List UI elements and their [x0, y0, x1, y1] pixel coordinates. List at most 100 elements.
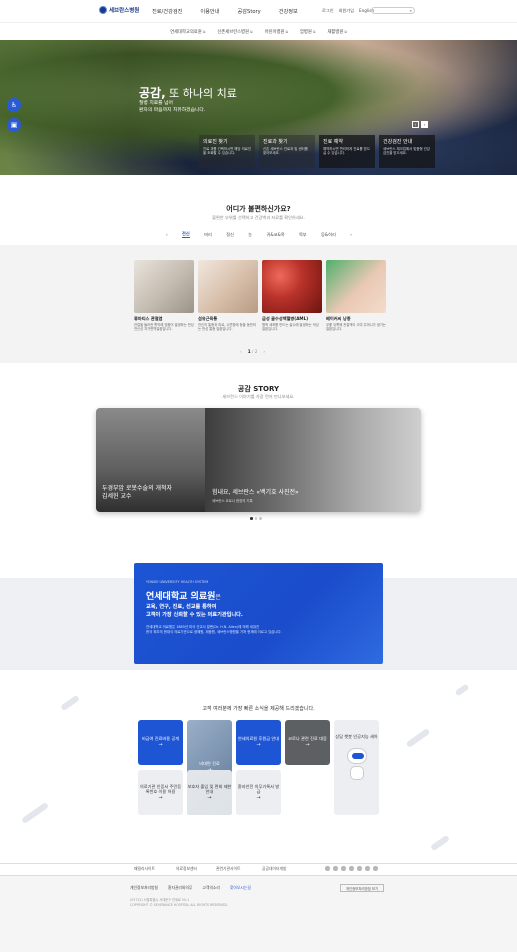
footer-link-rights[interactable]: 환자권리와의무 — [168, 885, 192, 891]
tab-chest[interactable]: 목부 — [299, 232, 307, 238]
related-site-select[interactable]: 관련기관사이트 — [216, 866, 240, 872]
footer-link-directions[interactable]: 찾아오시는길 — [230, 885, 251, 891]
facebook-icon[interactable] — [365, 866, 370, 871]
hero-prev-button[interactable]: ‹ — [412, 121, 419, 128]
copyright: (03722) 서울특별시 서대문구 연세로 50-1 COPYRIGHT © … — [130, 898, 229, 907]
nav-item-story[interactable]: 공감Story — [237, 8, 260, 15]
dot-indicator[interactable] — [250, 517, 253, 520]
tab-eye[interactable]: 눈 — [248, 232, 252, 238]
tab-back[interactable]: 등&허리 — [321, 232, 336, 238]
instagram-icon[interactable] — [349, 866, 354, 871]
subnav-item-cancer[interactable]: 암병원 — [300, 29, 315, 35]
symptom-image — [262, 260, 322, 313]
quick-item-nonbenefit[interactable]: 비급여 진료비용 공개 → — [138, 720, 183, 765]
pager-current: 1 — [247, 349, 251, 354]
twitter-icon[interactable] — [373, 866, 378, 871]
accessibility-icon[interactable]: ♿ — [7, 98, 21, 112]
story-carousel[interactable]: 두경부암 로봇수술의 개척자 김세헌 교수 — [96, 408, 421, 512]
decor-stroke — [20, 801, 50, 825]
symptom-image — [198, 260, 258, 313]
pager-next-icon[interactable]: › — [263, 349, 265, 354]
tab-mind[interactable]: 정신 — [226, 232, 234, 238]
quick-item-covid[interactable]: 코로나 관련 진료 대응 → — [285, 720, 330, 765]
family-site-select[interactable]: 패밀리사이트 — [134, 866, 155, 872]
privacy-policy-button[interactable]: 개인정보처리방침 보기 — [340, 884, 384, 892]
kakao-icon[interactable] — [357, 866, 362, 871]
hero-next-button[interactable]: › — [421, 121, 428, 128]
subnav-item-children[interactable]: 어린이병원 — [265, 29, 288, 35]
sns-links — [325, 866, 378, 871]
decor-stroke — [430, 834, 450, 852]
chatbot-label: 상담 챗봇 인공지능 세아 — [335, 734, 378, 739]
main-nav: 진료/건강검진 이용안내 공감Story 건강정보 — [152, 8, 298, 15]
symptom-title: 어디가 불편하신가요? — [226, 205, 291, 213]
sub-nav: 연세대학교의료원 신촌세브란스병원 어린이병원 암병원 재활병원 — [0, 22, 517, 40]
footer-link-voice[interactable]: 고객의소리 — [202, 885, 219, 891]
yonsei-intro-card: YONSEI UNIVERSITY HEALTH SYSTEM 연세대학교 의료… — [134, 563, 383, 664]
yonsei-title: 연세대학교 의료원은 — [146, 592, 221, 602]
pager-prev-icon[interactable]: ‹ — [240, 349, 242, 354]
nav-item-care[interactable]: 진료/건강검진 — [152, 8, 182, 15]
story-right-title: 힘내요, 세브란스 «백기호 사진전» — [212, 489, 299, 496]
hospital-logo[interactable]: 세브란스병원 — [99, 6, 139, 14]
quick-item-visitor[interactable]: 보호자 출입 및 면회 제한 안내 → — [187, 770, 232, 815]
top-header: 세브란스병원 진료/건강검진 이용안내 공감Story 건강정보 로그인 회원가… — [0, 0, 517, 22]
quick-card-checkup[interactable]: 건강검진 안내 세브란스 체크업에서 맞춤형 건강검진을 받으세요. — [379, 135, 435, 168]
symptom-card[interactable]: 류마티스 관절염 관절을 둘러싼 활막에 염증이 발생하는 만성 전신성 자가면역… — [134, 260, 194, 332]
quick-item-donation[interactable]: 연세의료원 후원금 안내 → — [236, 720, 281, 765]
login-link[interactable]: 로그인 — [322, 8, 334, 14]
footer-link-privacy[interactable]: 개인정보처리방침 — [130, 885, 158, 891]
kiosk-icon[interactable]: ▣ — [7, 118, 21, 132]
utility-links: 로그인 회원가입 English — [322, 8, 374, 14]
story-left-image[interactable]: 두경부암 로봇수술의 개척자 김세헌 교수 — [96, 408, 205, 512]
search-input[interactable]: ⌕ — [371, 7, 415, 14]
public-data-select[interactable]: 공공데이터개방 — [262, 866, 286, 872]
yonsei-desc: 연세대학교 의료원은 1885년 미국 선교사 알렌(Dr. H.N. Alle… — [146, 625, 282, 634]
subnav-item-rehab[interactable]: 재활병원 — [327, 29, 346, 35]
info-center-select[interactable]: 의료정보센터 — [176, 866, 197, 872]
hero-title: 공감, 또 하나의 치료 — [139, 86, 237, 100]
tab-ent[interactable]: 귀&코&목 — [267, 232, 285, 238]
story-right-image[interactable] — [205, 408, 421, 512]
quick-item-records[interactable]: 환자안전 의무기록서 발급 → — [236, 770, 281, 815]
decor-stroke — [454, 683, 470, 697]
body-part-tabs: ‹ 전신 머리 정신 눈 귀&코&목 목부 등&허리 › — [166, 231, 352, 238]
search-icon[interactable]: ⌕ — [410, 8, 412, 13]
story-subtitle: 세브란스 이야기를 가장 먼저 만나보세요. — [222, 394, 295, 399]
chatbot-card[interactable]: 상담 챗봇 인공지능 세아 — [334, 720, 379, 815]
blog-icon[interactable] — [325, 866, 330, 871]
signup-link[interactable]: 회원가입 — [339, 8, 354, 14]
hero-quick-cards: 의료진 찾기 진료 과를 선택하시면 해당 의료진을 조회할 수 있습니다. 진료… — [199, 135, 435, 168]
quick-title: 고객 여러분께 가장 빠른 소식을 제공해 드리겠습니다. — [202, 706, 315, 712]
dot-indicator[interactable] — [254, 517, 257, 520]
symptom-card-list: 류마티스 관절염 관절을 둘러싼 활막에 염증이 발생하는 만성 전신성 자가면역… — [134, 260, 386, 332]
quick-item-certificate[interactable]: 의료기관 인증서 주민등록번호 이용 허용 → — [138, 770, 183, 815]
footer-background — [0, 876, 517, 952]
naver-icon[interactable] — [333, 866, 338, 871]
symptom-card[interactable]: 급성 골수성백혈병(AML) 혈액 세포를 만드는 골수에 발생하는 악성 질환입… — [262, 260, 322, 332]
nav-item-health[interactable]: 건강정보 — [279, 8, 298, 15]
dot-indicator[interactable] — [259, 517, 262, 520]
symptom-card[interactable]: 베이커씨 낭종 무릎 뒤쪽에 관절액이 고여 주머니가 생기는 질환입니다. — [326, 260, 386, 332]
tabs-next-icon[interactable]: › — [350, 232, 352, 237]
footer-links: 개인정보처리방침 환자권리와의무 고객의소리 찾아오시는길 — [130, 885, 251, 891]
tab-whole-body[interactable]: 전신 — [182, 231, 190, 238]
tabs-prev-icon[interactable]: ‹ — [166, 232, 168, 237]
quick-card-doctor[interactable]: 의료진 찾기 진료 과를 선택하시면 해당 의료진을 조회할 수 있습니다. — [199, 135, 255, 168]
hero-banner: 공감, 또 하나의 치료 질병 치료를 넘어 환자의 마음까지 치유하겠습니다.… — [0, 40, 517, 175]
quick-card-reservation[interactable]: 진료 예약 예약하시면 편리하게 진료를 받으실 수 있습니다. — [319, 135, 375, 168]
decor-stroke — [405, 728, 431, 748]
subnav-item-yuhs[interactable]: 연세대학교의료원 — [170, 29, 205, 35]
symptom-pager: ‹ 1 / 2 › — [240, 349, 265, 354]
symptom-subtitle: 불편한 부위를 선택하고 건강백과 자료를 확인하세요. — [212, 215, 305, 220]
subnav-item-sinchon[interactable]: 신촌세브란스병원 — [217, 29, 252, 35]
story-left-title: 두경부암 로봇수술의 개척자 김세헌 교수 — [102, 485, 173, 500]
nav-item-guide[interactable]: 이용안내 — [200, 8, 219, 15]
footer-bar — [0, 863, 517, 876]
tab-head[interactable]: 머리 — [204, 232, 212, 238]
youtube-icon[interactable] — [341, 866, 346, 871]
hero-slide-controls: ‹ › — [412, 121, 428, 128]
symptom-card[interactable]: 섬유근육통 전신의 통증과 피로, 수면장애 등을 동반하는 만성 통증 질환입니… — [198, 260, 258, 332]
quick-card-department[interactable]: 진료과 찾기 신촌 세브란스 진료과 및 센터를 찾아보세요. — [259, 135, 315, 168]
symptom-image — [134, 260, 194, 313]
